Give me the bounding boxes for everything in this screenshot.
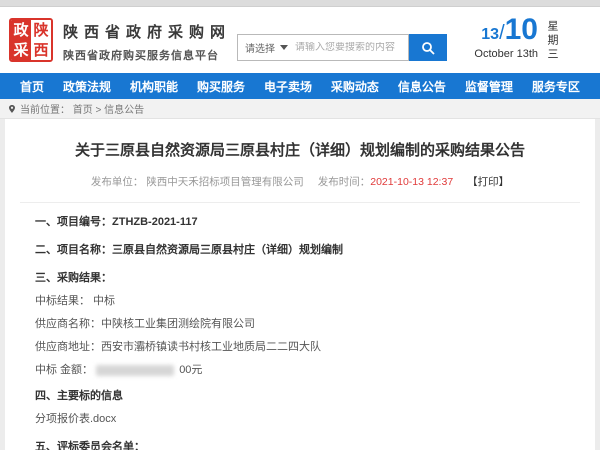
article-meta: 发布单位： 陕西中天禾招标项目管理有限公司 发布时间：2021-10-13 12:… <box>20 174 580 189</box>
nav-item-emall[interactable]: 电子卖场 <box>264 78 312 95</box>
nav-item-purchase[interactable]: 购买服务 <box>197 78 245 95</box>
search-input[interactable] <box>295 42 408 53</box>
publisher-text: 发布单位： 陕西中天禾招标项目管理有限公司 <box>91 176 304 188</box>
breadcrumb: 当前位置： 首页 > 信息公告 <box>0 99 600 119</box>
window-top-strip <box>0 0 600 7</box>
nav-item-announcements[interactable]: 信息公告 <box>398 78 446 95</box>
publish-time-label: 发布时间： <box>318 176 371 188</box>
subject-heading: 四、主要标的信息 <box>35 389 565 403</box>
bid-result-line: 中标结果： 中标 <box>35 294 565 308</box>
nav-item-services[interactable]: 服务专区 <box>532 78 580 95</box>
page-title: 关于三原县自然资源局三原县村庄（详细）规划编制的采购结果公告 <box>20 119 580 160</box>
date-weekday: 星期三 <box>544 17 560 62</box>
date-day: 13 <box>481 26 499 43</box>
award-amount-label: 中标 金额： <box>35 364 93 376</box>
result-heading: 三、采购结果： <box>35 271 565 285</box>
site-header: 政 陕 采 西 陕西省政府采购网 陕西省政府购买服务信息平台 请选择 13/10 <box>0 7 600 73</box>
redacted-amount <box>96 365 174 376</box>
site-subtitle: 陕西省政府购买服务信息平台 <box>63 47 231 63</box>
logo-char-cai: 采 <box>11 40 31 60</box>
site-title: 陕西省政府采购网 <box>63 21 231 42</box>
site-logo: 政 陕 采 西 <box>9 18 53 62</box>
nav-item-policies[interactable]: 政策法规 <box>63 78 111 95</box>
search-select-label: 请选择 <box>245 40 275 55</box>
supplier-addr-line: 供应商地址：西安市灞桥镇读书村核工业地质局二二四大队 <box>35 340 565 354</box>
logo-char-zheng: 政 <box>11 20 31 40</box>
nav-item-functions[interactable]: 机构职能 <box>130 78 178 95</box>
article-card: 关于三原县自然资源局三原县村庄（详细）规划编制的采购结果公告 发布单位： 陕西中… <box>5 119 595 450</box>
search-button[interactable] <box>409 34 447 61</box>
supplier-name-line: 供应商名称：中陕核工业集团测绘院有限公司 <box>35 317 565 331</box>
main-nav: 首页 政策法规 机构职能 购买服务 电子卖场 采购动态 信息公告 监督管理 服务… <box>0 73 600 99</box>
date-month: 10 <box>505 13 538 46</box>
nav-item-home[interactable]: 首页 <box>20 78 44 95</box>
search-icon <box>421 41 435 55</box>
committee-heading: 五、评标委员会名单： <box>35 440 565 450</box>
project-name-line: 二、项目名称：三原县自然资源局三原县村庄（详细）规划编制 <box>35 243 565 257</box>
logo-char-shan: 陕 <box>31 20 51 40</box>
nav-item-supervision[interactable]: 监督管理 <box>465 78 513 95</box>
breadcrumb-text[interactable]: 当前位置： 首页 > 信息公告 <box>20 101 144 116</box>
attachment-doc-link[interactable]: 分项报价表.docx <box>35 412 565 426</box>
publish-time: 2021-10-13 12:37 <box>370 176 453 188</box>
search-category-select[interactable]: 请选择 <box>238 40 295 55</box>
date-numbers: 13/10 <box>474 17 538 48</box>
date-widget: 13/10 October 13th 星期三 <box>474 17 592 62</box>
location-pin-icon <box>8 105 16 113</box>
project-number-line: 一、项目编号：ZTHZB-2021-117 <box>35 215 565 229</box>
header-divider <box>20 202 580 203</box>
print-button[interactable]: 【打印】 <box>467 176 509 188</box>
nav-item-trends[interactable]: 采购动态 <box>331 78 379 95</box>
award-amount-suffix: 00元 <box>179 364 202 376</box>
chevron-down-icon <box>280 45 288 50</box>
site-titles: 陕西省政府采购网 陕西省政府购买服务信息平台 <box>63 21 231 63</box>
search-bar: 请选择 <box>237 34 447 61</box>
search-box: 请选择 <box>237 34 409 61</box>
article-content: 一、项目编号：ZTHZB-2021-117 二、项目名称：三原县自然资源局三原县… <box>20 215 580 450</box>
logo-char-xi: 西 <box>31 40 51 60</box>
award-amount-line: 中标 金额： 00元 <box>35 363 565 377</box>
date-english: October 13th <box>474 48 538 60</box>
